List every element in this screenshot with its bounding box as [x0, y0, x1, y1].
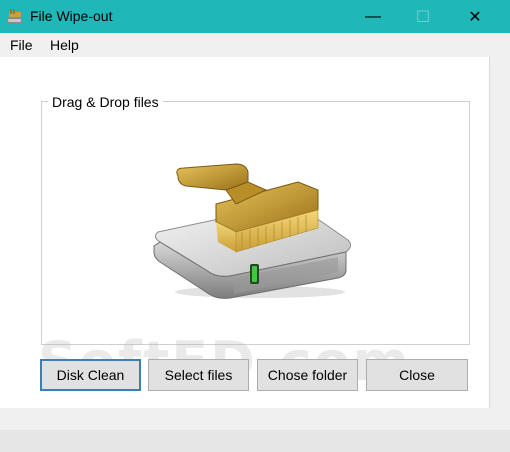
chose-folder-button[interactable]: Chose folder — [257, 359, 358, 391]
close-window-button[interactable]: ✕ — [452, 0, 498, 33]
drop-zone-label: Drag & Drop files — [48, 94, 163, 110]
menu-bar: File Help — [0, 33, 510, 57]
window-bottom-edge — [0, 430, 510, 452]
minimize-icon: — — [365, 7, 381, 25]
window-title: File Wipe-out — [30, 8, 113, 24]
disk-clean-button[interactable]: Disk Clean — [40, 359, 141, 391]
close-icon: ✕ — [468, 8, 482, 26]
close-button[interactable]: Close — [366, 359, 468, 391]
select-files-button[interactable]: Select files — [148, 359, 249, 391]
maximize-icon: ☐ — [415, 8, 431, 26]
hard-drive-with-brush-icon — [153, 163, 352, 299]
minimize-button[interactable]: — — [350, 0, 396, 33]
maximize-button[interactable]: ☐ — [400, 0, 446, 33]
menu-file[interactable]: File — [10, 37, 33, 53]
menu-help[interactable]: Help — [50, 37, 79, 53]
brush-drive-app-icon — [7, 9, 22, 24]
title-bar[interactable]: File Wipe-out — ☐ ✕ — [0, 0, 510, 33]
